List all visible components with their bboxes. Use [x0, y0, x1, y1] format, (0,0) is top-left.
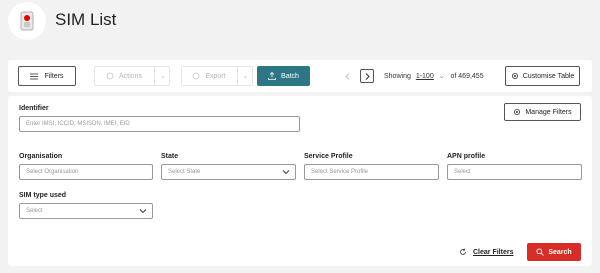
service-profile-select[interactable]: Select Service Profile — [304, 164, 439, 180]
filter-panel: Identifier Enter IMSI, ICCID, MSISDN, IM… — [8, 96, 592, 266]
filters-button[interactable]: Filters — [18, 66, 76, 86]
manage-filters-label: Manage Filters — [525, 108, 572, 116]
filter-sliders-icon — [30, 73, 39, 79]
sim-type-select[interactable]: Select — [19, 203, 153, 219]
chevron-right-icon — [365, 72, 370, 80]
gear-icon — [514, 109, 521, 115]
upload-icon — [268, 72, 276, 80]
actions-button[interactable]: Actions — [94, 66, 154, 86]
showing-label: Showing — [384, 73, 411, 80]
customise-table-button[interactable]: Customise Table — [505, 66, 580, 86]
chevron-down-icon — [139, 209, 147, 214]
sim-type-label: SIM type used — [19, 192, 67, 199]
clear-filters-label: Clear Filters — [473, 248, 514, 256]
sim-card-icon — [20, 11, 34, 31]
sim-logo — [8, 2, 46, 40]
export-icon — [192, 72, 200, 80]
state-placeholder: Select State — [168, 169, 201, 175]
next-page-button[interactable] — [360, 69, 374, 83]
actions-icon — [106, 72, 114, 80]
actions-button-label: Actions — [119, 72, 142, 80]
export-button-label: Export — [205, 72, 226, 80]
manage-filters-button[interactable]: Manage Filters — [504, 103, 581, 121]
clear-filters-link[interactable]: Clear Filters — [459, 248, 513, 256]
service-profile-placeholder: Select Service Profile — [311, 169, 369, 175]
previous-page-button[interactable] — [340, 69, 354, 83]
sim-type-placeholder: Select — [26, 208, 43, 214]
state-select[interactable]: Select State — [161, 164, 296, 180]
organisation-placeholder: Select Organisation — [26, 169, 79, 175]
service-profile-label: Service Profile — [304, 153, 353, 160]
gear-icon — [511, 73, 518, 79]
search-button[interactable]: Search — [527, 243, 581, 261]
identifier-label: Identifier — [19, 105, 49, 112]
apn-profile-placeholder: Select — [454, 169, 471, 175]
refresh-icon — [460, 248, 466, 255]
page-range-chevron-icon[interactable]: ⌄ — [439, 73, 445, 80]
page-title: SIM List — [55, 10, 117, 29]
batch-button[interactable]: Batch — [257, 66, 310, 86]
chevron-left-icon — [344, 72, 349, 80]
apn-profile-label: APN profile — [447, 153, 486, 160]
export-dropdown-chevron-icon[interactable]: ⌄ — [237, 66, 253, 86]
page-header: SIM List — [0, 0, 600, 50]
state-label: State — [161, 153, 179, 160]
customise-table-label: Customise Table — [522, 72, 575, 80]
export-button[interactable]: Export — [181, 66, 237, 86]
chevron-down-icon — [282, 170, 290, 175]
organisation-label: Organisation — [19, 153, 63, 160]
organisation-select[interactable]: Select Organisation — [19, 164, 153, 180]
search-button-label: Search — [548, 248, 572, 256]
pagination-status: Showing 1-100 ⌄ of 469,455 — [384, 72, 484, 80]
total-count: of 469,455 — [450, 73, 484, 80]
filters-button-label: Filters — [44, 72, 64, 80]
batch-button-label: Batch — [281, 72, 299, 80]
page-range-select[interactable]: 1-100 — [416, 73, 434, 80]
toolbar: Filters Actions ⌄ Export ⌄ Batch Showing… — [8, 60, 592, 92]
apn-profile-select[interactable]: Select — [447, 164, 582, 180]
search-icon — [536, 248, 545, 256]
actions-dropdown-chevron-icon[interactable]: ⌄ — [154, 66, 170, 86]
identifier-input[interactable]: Enter IMSI, ICCID, MSISDN, IMEI, EID — [19, 116, 300, 132]
